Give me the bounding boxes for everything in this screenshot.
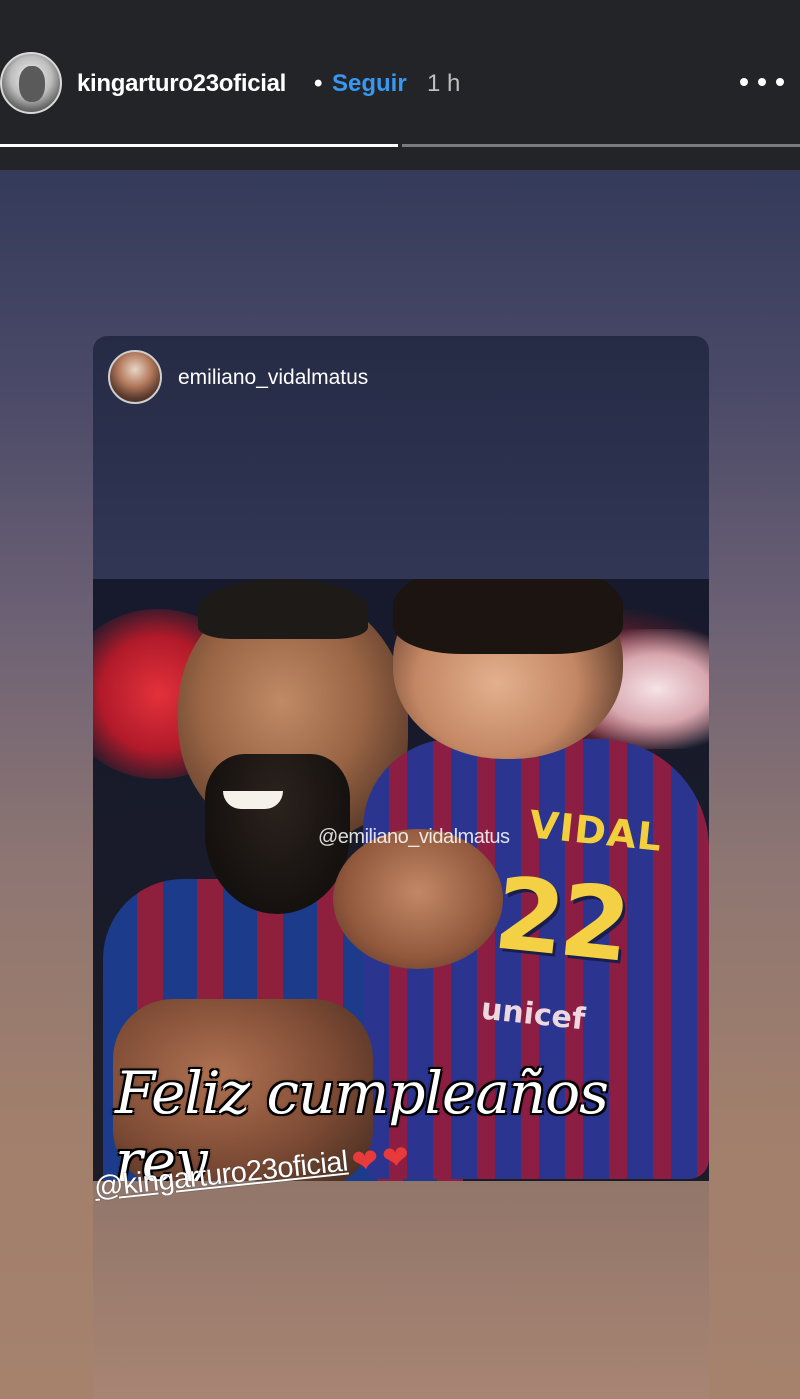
avatar-face-image (19, 66, 45, 102)
more-dot (758, 78, 766, 86)
story-progress-bar (0, 144, 800, 148)
photo-watermark: @emiliano_vidalmatus (318, 826, 510, 848)
more-options-icon[interactable] (740, 74, 784, 90)
more-dot (776, 78, 784, 86)
man-hand (333, 829, 503, 969)
heart-icon: ❤ (380, 1137, 411, 1177)
follow-button[interactable]: Seguir (332, 70, 407, 98)
more-dot (740, 78, 748, 86)
kid-hair (393, 579, 623, 654)
shared-post-username[interactable]: emiliano_vidalmatus (178, 366, 368, 390)
story-username[interactable]: kingarturo23oficial (77, 70, 286, 98)
separator-dot: • (314, 70, 323, 97)
progress-segment-viewed (0, 144, 398, 147)
progress-segment-pending (402, 144, 800, 147)
shared-post-photo: VIDAL 22 unicef @emiliano_vidalmatus Fel… (93, 579, 709, 1181)
heart-icon: ❤ (349, 1140, 381, 1180)
profile-avatar[interactable] (0, 52, 62, 114)
man-hair (198, 579, 368, 639)
shared-post-card[interactable]: emiliano_vidalmatus VIDAL 22 unicef @emi… (93, 336, 709, 1399)
jersey-number: 22 (489, 854, 632, 985)
man-smile (223, 791, 283, 809)
timestamp: 1 h (427, 70, 461, 97)
story-header-bar: kingarturo23oficial • Seguir 1 h (0, 0, 800, 170)
shared-post-avatar[interactable] (108, 350, 162, 404)
